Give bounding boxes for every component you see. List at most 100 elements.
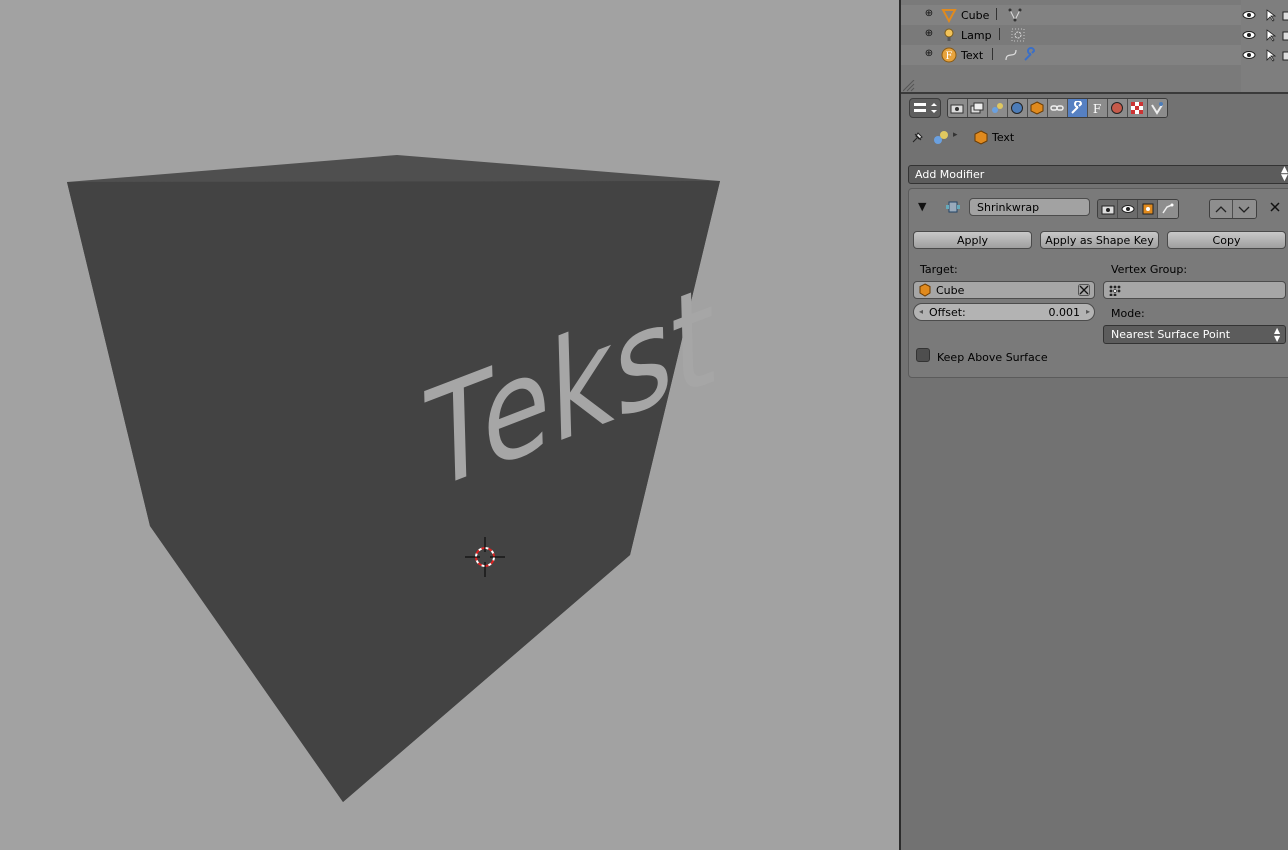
resize-corner-icon[interactable] [903,80,915,92]
collapse-triangle-icon[interactable]: ▼ [918,200,926,213]
tab-material[interactable] [1108,99,1128,117]
separator [992,48,993,60]
expand-icon[interactable]: ⊕ [924,49,934,59]
target-object-field[interactable]: Cube [913,281,1095,299]
render-camera-icon[interactable] [1281,28,1288,42]
mode-dropdown[interactable]: Nearest Surface Point ▲ ▼ [1103,325,1286,344]
svg-text:F: F [946,51,953,62]
tab-render-layers[interactable] [968,99,988,117]
tab-modifiers[interactable] [1068,99,1088,117]
expand-icon[interactable]: ⊕ [924,9,934,19]
tab-texture[interactable] [1128,99,1148,117]
apply-as-shape-key-button[interactable]: Apply as Shape Key [1040,231,1159,249]
breadcrumb: ▸ Text [901,126,1288,150]
render-toggle-button[interactable] [1098,200,1118,218]
increment-arrow-icon[interactable]: ▸ [1086,304,1090,320]
add-modifier-label: Add Modifier [915,168,985,181]
apply-button[interactable]: Apply [913,231,1032,249]
decrement-arrow-icon[interactable]: ◂ [919,304,923,320]
breadcrumb-object-name: Text [992,131,1015,144]
object-icon [919,283,931,297]
tab-constraints[interactable] [1048,99,1068,117]
cage-toggle-button[interactable] [1158,200,1178,218]
scene-icon [934,131,948,144]
lamp-object-icon [944,28,954,41]
vertex-group-label: Vertex Group: [1111,263,1188,276]
dropdown-arrows-icon: ▲ ▼ [1281,165,1288,183]
outliner-item-name[interactable]: Text [961,49,983,62]
render-icon [950,104,964,114]
properties-context-tabs: F [947,98,1168,118]
viewport-toggle-button[interactable] [1118,200,1138,218]
render-camera-icon[interactable] [1281,48,1288,62]
outliner-row-lamp[interactable]: ⊕ Lamp [901,25,1241,45]
physics-icon [1151,102,1163,115]
offset-value: 0.001 [1048,306,1081,319]
editor-type-button[interactable] [909,98,941,118]
separator [999,28,1000,40]
target-label: Target: [920,263,958,276]
select-arrow-icon[interactable] [1263,8,1277,22]
tab-scene[interactable] [988,99,1008,117]
text-data-icon: F [1093,102,1101,115]
modifier-name-value: Shrinkwrap [977,201,1040,214]
lamp-data-icon[interactable] [1010,27,1026,43]
move-up-button[interactable] [1210,200,1233,218]
outliner[interactable]: ⊕ Cube ⊕ Lamp ⊕ F Text [901,0,1288,92]
offset-number-field[interactable]: ◂ Offset: 0.001 ▸ [913,303,1095,321]
3d-viewport[interactable]: Tekst [0,0,899,850]
tab-render[interactable] [948,99,968,117]
add-modifier-dropdown[interactable]: Add Modifier ▲ ▼ [908,165,1288,184]
world-icon [1011,102,1023,114]
copy-button[interactable]: Copy [1167,231,1286,249]
close-icon[interactable] [1268,200,1282,214]
tab-text-data[interactable]: F [1088,99,1108,117]
render-camera-icon[interactable] [1281,8,1288,22]
camera-icon [1101,205,1115,215]
texture-icon [1131,102,1143,114]
select-arrow-icon[interactable] [1263,28,1277,42]
mode-label: Mode: [1111,307,1145,320]
material-icon [1111,102,1123,114]
tab-world[interactable] [1008,99,1028,117]
target-object-value: Cube [936,284,965,297]
eye-icon[interactable] [1242,48,1256,62]
outliner-item-name[interactable]: Lamp [961,29,992,42]
mesh-data-icon[interactable] [1007,7,1023,23]
cube-front-face[interactable] [67,181,720,802]
eye-icon[interactable] [1242,8,1256,22]
properties-header: F [901,94,1288,120]
arrow-up-icon [1215,206,1227,213]
keep-above-surface-checkbox[interactable] [916,348,930,362]
render-layers-icon [970,102,984,114]
mesh-object-icon [941,9,957,23]
right-editors: ⊕ Cube ⊕ Lamp ⊕ F Text F ▸ Text Add Modi… [901,0,1288,850]
wrench-modifier-icon[interactable] [1022,47,1038,63]
text-object-icon: F [941,47,957,63]
object-icon [974,130,988,145]
eye-icon[interactable] [1242,28,1256,42]
outliner-item-name[interactable]: Cube [961,9,989,22]
scene-icon [992,103,1003,113]
tab-object[interactable] [1028,99,1048,117]
object-icon [1030,101,1044,115]
svg-text:F: F [1093,102,1101,115]
modifier-visibility-toggles [1097,199,1179,219]
modifier-move-buttons [1209,199,1257,219]
move-down-button[interactable] [1233,200,1256,218]
dropdown-arrows-icon: ▲ ▼ [1274,326,1281,343]
clear-field-icon[interactable] [1078,284,1090,296]
outliner-row-text[interactable]: ⊕ F Text [901,45,1241,65]
select-arrow-icon[interactable] [1263,48,1277,62]
pin-icon[interactable] [909,130,925,146]
tab-physics[interactable] [1148,99,1167,117]
curve-data-icon[interactable] [1003,47,1019,63]
mode-value: Nearest Surface Point [1111,328,1231,341]
modifier-name-field[interactable]: Shrinkwrap [969,198,1090,216]
expand-icon[interactable]: ⊕ [924,29,934,39]
shrinkwrap-modifier-icon [946,201,960,213]
outliner-row-cube[interactable]: ⊕ Cube [901,5,1241,25]
modifiers-wrench-icon [1071,101,1083,114]
editmode-toggle-button[interactable] [1138,200,1158,218]
vertex-group-field[interactable] [1103,281,1286,299]
